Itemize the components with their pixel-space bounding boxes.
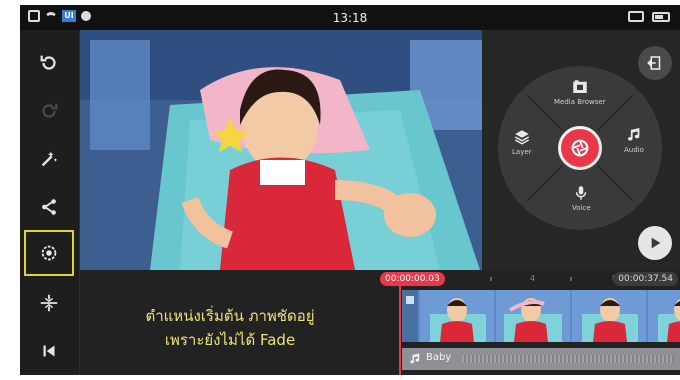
- left-toolbar: [20, 30, 80, 375]
- play-button[interactable]: [638, 226, 672, 260]
- preview-frame-image: [80, 30, 482, 270]
- music-note-icon: [627, 128, 640, 141]
- layer-button[interactable]: Layer: [512, 128, 532, 156]
- right-control-panel: Media Browser Layer Audio Voice: [482, 30, 680, 270]
- action-wheel: Media Browser Layer Audio Voice: [498, 66, 662, 230]
- clip-thumbnail[interactable]: [420, 290, 494, 342]
- ruler-tick: [570, 277, 572, 281]
- camera-shutter-icon: [571, 139, 589, 157]
- clip-thumbnail[interactable]: [648, 290, 680, 342]
- timeline-panel: ตำแหน่งเริ่มต้น ภาพชัดอยู่ เพราะยังไม่ได…: [80, 270, 680, 375]
- clip-handle-icon: [406, 296, 414, 304]
- ruler-tick-label: 4: [530, 274, 536, 283]
- share-icon: [42, 199, 56, 215]
- voice-label: Voice: [572, 204, 591, 212]
- status-time: 13:18: [332, 11, 368, 25]
- split-icon: [40, 294, 58, 312]
- play-icon: [651, 237, 661, 249]
- time-ruler[interactable]: 00:00:00.03 4 8 00:00:37.54: [380, 272, 680, 288]
- clip-thumbnail-image: [648, 290, 680, 342]
- status-icons-right: [628, 11, 670, 22]
- skip-to-start-button[interactable]: [24, 328, 74, 374]
- undo-icon: [40, 55, 56, 70]
- caption-line-2: เพราะยังไม่ได้ Fade: [164, 331, 296, 349]
- split-button[interactable]: [24, 280, 74, 326]
- clip-start-handle[interactable]: [402, 290, 418, 342]
- clip-thumbnail-image: [496, 290, 570, 342]
- playhead[interactable]: [399, 282, 401, 375]
- settings-icon: [41, 245, 57, 261]
- tutorial-caption: ตำแหน่งเริ่มต้น ภาพชัดอยู่ เพราะยังไม่ได…: [80, 288, 380, 368]
- battery-icon: [652, 11, 670, 22]
- status-bar: UI 13:18: [20, 5, 680, 30]
- ruler-tick: [490, 277, 492, 281]
- total-duration-badge: 00:00:37.54: [613, 272, 678, 286]
- video-editor-app: UI 13:18 Media Browser Layer Audio Voice…: [20, 5, 680, 375]
- video-preview[interactable]: [80, 30, 482, 270]
- effects-button[interactable]: [24, 136, 74, 182]
- media-browser-icon: [573, 80, 587, 93]
- cast-icon: [628, 11, 644, 22]
- media-browser-label: Media Browser: [554, 98, 606, 106]
- undo-button[interactable]: [24, 40, 74, 86]
- caption-line-1: ตำแหน่งเริ่มต้น ภาพชัดอยู่: [145, 307, 315, 325]
- audio-button[interactable]: Audio: [624, 126, 644, 154]
- redo-button[interactable]: [24, 88, 74, 134]
- music-note-icon: [410, 353, 420, 364]
- audio-track-label: Baby: [426, 352, 452, 363]
- clip-thumbnail[interactable]: [572, 290, 646, 342]
- skip-to-start-icon: [43, 345, 55, 357]
- record-button[interactable]: [558, 126, 602, 170]
- clip-thumbnail-image: [572, 290, 646, 342]
- layer-label: Layer: [512, 148, 532, 156]
- current-time-badge: 00:00:00.03: [380, 272, 445, 286]
- redo-icon: [42, 103, 58, 118]
- audio-waveform: [462, 355, 674, 363]
- media-browser-button[interactable]: Media Browser: [554, 78, 606, 106]
- clip-thumbnail[interactable]: [496, 290, 570, 342]
- audio-track[interactable]: Baby: [402, 348, 680, 370]
- video-clip-track[interactable]: [402, 290, 680, 342]
- share-button[interactable]: [24, 184, 74, 230]
- voice-button[interactable]: Voice: [572, 184, 591, 212]
- layer-icon: [514, 130, 529, 145]
- microphone-icon: [576, 186, 587, 200]
- magic-wand-icon: [41, 151, 58, 167]
- clip-thumbnail-image: [420, 290, 494, 342]
- audio-label: Audio: [624, 146, 644, 154]
- settings-button[interactable]: [24, 230, 74, 276]
